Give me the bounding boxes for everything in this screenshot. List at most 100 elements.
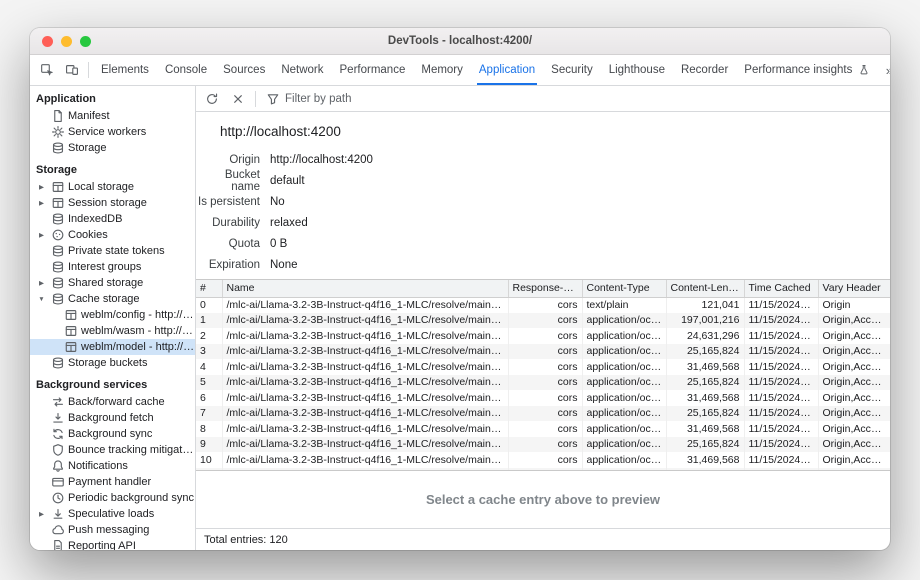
sidebar-item-label: Background sync: [68, 428, 152, 440]
chevron-right-icon[interactable]: ▶: [36, 183, 47, 191]
toolbar-divider: [255, 91, 256, 107]
sidebar-item-private-state-tokens[interactable]: Private state tokens: [30, 243, 195, 259]
sidebar-item-weblm-wasm-http-loca[interactable]: weblm/wasm - http://loca…: [30, 323, 195, 339]
cell-time-cached: 11/15/2024, 10…: [744, 437, 818, 453]
meta-label-quota: Quota: [196, 238, 260, 250]
inspect-element-button[interactable]: [34, 58, 59, 83]
sidebar-item-label: Interest groups: [68, 261, 141, 273]
sidebar-item-cache-storage[interactable]: ▼Cache storage: [30, 291, 195, 307]
column-header-hash[interactable]: #: [196, 280, 222, 297]
column-header-name[interactable]: Name: [222, 280, 508, 297]
tab-label: Elements: [101, 64, 149, 76]
column-header-content-length[interactable]: Content-Length: [666, 280, 744, 297]
table-row[interactable]: 8/mlc-ai/Llama-3.2-3B-Instruct-q4f16_1-M…: [196, 421, 890, 437]
more-tabs-button[interactable]: »: [879, 58, 890, 83]
sidebar-item-label: Bounce tracking mitigations: [68, 444, 195, 456]
table-row[interactable]: 0/mlc-ai/Llama-3.2-3B-Instruct-q4f16_1-M…: [196, 297, 890, 313]
filter-input[interactable]: [285, 93, 505, 105]
cell-content-type: application/oc…: [582, 390, 666, 406]
refresh-button[interactable]: [199, 86, 224, 111]
table-row[interactable]: 5/mlc-ai/Llama-3.2-3B-Instruct-q4f16_1-M…: [196, 375, 890, 391]
tab-sources[interactable]: Sources: [215, 55, 273, 85]
sidebar-item-interest-groups[interactable]: Interest groups: [30, 259, 195, 275]
cache-storage-main-panel: http://localhost:4200 Originhttp://local…: [196, 86, 890, 550]
chevron-right-icon[interactable]: ▶: [36, 279, 47, 287]
sidebar-item-weblm-config-http-loc[interactable]: weblm/config - http://loc…: [30, 307, 195, 323]
chevron-right-icon[interactable]: ▶: [36, 231, 47, 239]
table-row[interactable]: 7/mlc-ai/Llama-3.2-3B-Instruct-q4f16_1-M…: [196, 406, 890, 422]
column-header-content-type[interactable]: Content-Type: [582, 280, 666, 297]
delete-selected-button[interactable]: [225, 86, 250, 111]
sidebar-item-local-storage[interactable]: ▶Local storage: [30, 179, 195, 195]
tab-lighthouse[interactable]: Lighthouse: [601, 55, 673, 85]
zoom-window-button[interactable]: [80, 36, 91, 47]
sidebar-item-speculative-loads[interactable]: ▶Speculative loads: [30, 506, 195, 522]
sidebar-item-storage-buckets[interactable]: Storage buckets: [30, 355, 195, 371]
sidebar-item-cookies[interactable]: ▶Cookies: [30, 227, 195, 243]
sidebar-item-shared-storage[interactable]: ▶Shared storage: [30, 275, 195, 291]
sidebar-section-background-services: Background servicesBack/forward cacheBac…: [30, 377, 195, 550]
sidebar-item-back-forward-cache[interactable]: Back/forward cache: [30, 394, 195, 410]
tab-network[interactable]: Network: [273, 55, 331, 85]
tab-performance-insights[interactable]: Performance insights: [736, 55, 879, 85]
sidebar-item-session-storage[interactable]: ▶Session storage: [30, 195, 195, 211]
sidebar-item-reporting-api[interactable]: Reporting API: [30, 538, 195, 550]
tab-performance[interactable]: Performance: [332, 55, 414, 85]
table-header-row: #NameResponse-TypeContent-TypeContent-Le…: [196, 280, 890, 297]
device-toolbar-button[interactable]: [59, 58, 84, 83]
fetch-icon: [50, 411, 65, 426]
tab-application[interactable]: Application: [471, 55, 543, 85]
sidebar-item-storage[interactable]: Storage: [30, 140, 195, 156]
sidebar-item-weblm-model-http-loc[interactable]: weblm/model - http://loc…: [30, 339, 195, 355]
column-header-vary-header[interactable]: Vary Header: [818, 280, 890, 297]
cell-content-length: 31,469,568: [666, 390, 744, 406]
meta-label-bucket-name: Bucket name: [196, 169, 260, 193]
sidebar-item-service-workers[interactable]: Service workers: [30, 124, 195, 140]
table-row[interactable]: 4/mlc-ai/Llama-3.2-3B-Instruct-q4f16_1-M…: [196, 359, 890, 375]
cell-content-type: application/oc…: [582, 452, 666, 468]
sidebar-item-payment-handler[interactable]: Payment handler: [30, 474, 195, 490]
minimize-window-button[interactable]: [61, 36, 72, 47]
sidebar-item-periodic-background-sync[interactable]: Periodic background sync: [30, 490, 195, 506]
tab-memory[interactable]: Memory: [413, 55, 471, 85]
database-icon: [50, 292, 65, 307]
table-row[interactable]: 1/mlc-ai/Llama-3.2-3B-Instruct-q4f16_1-M…: [196, 313, 890, 329]
table-row[interactable]: 6/mlc-ai/Llama-3.2-3B-Instruct-q4f16_1-M…: [196, 390, 890, 406]
table-row[interactable]: 2/mlc-ai/Llama-3.2-3B-Instruct-q4f16_1-M…: [196, 328, 890, 344]
tab-security[interactable]: Security: [543, 55, 601, 85]
tab-console[interactable]: Console: [157, 55, 215, 85]
tab-label: Performance: [340, 64, 406, 76]
sidebar-item-push-messaging[interactable]: Push messaging: [30, 522, 195, 538]
meta-label-origin: Origin: [196, 154, 260, 166]
sidebar-item-notifications[interactable]: Notifications: [30, 458, 195, 474]
traffic-lights: [30, 36, 91, 47]
chevron-down-icon[interactable]: ▼: [36, 296, 47, 303]
sidebar-item-bounce-tracking-mitigations[interactable]: Bounce tracking mitigations: [30, 442, 195, 458]
sidebar-item-indexeddb[interactable]: IndexedDB: [30, 211, 195, 227]
cell-time-cached: 11/15/2024, 10…: [744, 297, 818, 313]
cell-response-type: cors: [508, 313, 582, 329]
sidebar-item-background-sync[interactable]: Background sync: [30, 426, 195, 442]
table-row[interactable]: 9/mlc-ai/Llama-3.2-3B-Instruct-q4f16_1-M…: [196, 437, 890, 453]
database-icon: [50, 244, 65, 259]
chevron-right-icon[interactable]: ▶: [36, 510, 47, 518]
meta-label-durability: Durability: [196, 217, 260, 229]
cache-entries-table: #NameResponse-TypeContent-TypeContent-Le…: [196, 280, 890, 470]
tab-label: Network: [281, 64, 323, 76]
chevron-right-icon[interactable]: ▶: [36, 199, 47, 207]
column-header-response-type[interactable]: Response-Type: [508, 280, 582, 297]
cell-content-type: application/oc…: [582, 406, 666, 422]
titlebar[interactable]: DevTools - localhost:4200/: [30, 28, 890, 55]
table-row[interactable]: 3/mlc-ai/Llama-3.2-3B-Instruct-q4f16_1-M…: [196, 344, 890, 360]
sidebar-item-background-fetch[interactable]: Background fetch: [30, 410, 195, 426]
cell-hash: 4: [196, 359, 222, 375]
column-header-time-cached[interactable]: Time Cached: [744, 280, 818, 297]
table-row[interactable]: 10/mlc-ai/Llama-3.2-3B-Instruct-q4f16_1-…: [196, 452, 890, 468]
sidebar-item-manifest[interactable]: Manifest: [30, 108, 195, 124]
cell-name: /mlc-ai/Llama-3.2-3B-Instruct-q4f16_1-ML…: [222, 406, 508, 422]
cell-hash: 2: [196, 328, 222, 344]
close-window-button[interactable]: [42, 36, 53, 47]
tab-recorder[interactable]: Recorder: [673, 55, 736, 85]
tab-elements[interactable]: Elements: [93, 55, 157, 85]
cell-name: /mlc-ai/Llama-3.2-3B-Instruct-q4f16_1-ML…: [222, 328, 508, 344]
